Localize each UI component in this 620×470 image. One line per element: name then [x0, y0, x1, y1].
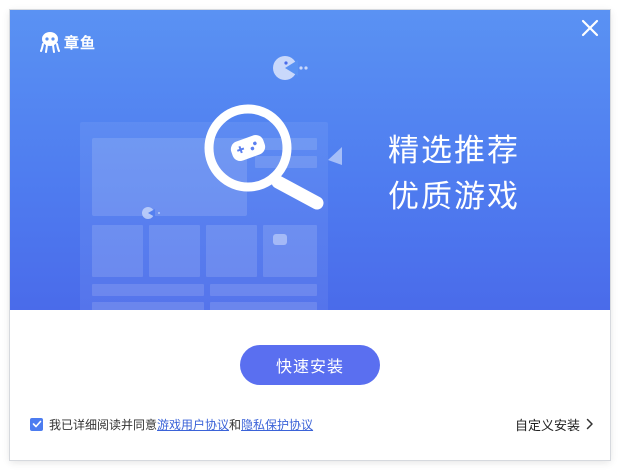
privacy-policy-link[interactable]: 隐私保护协议 — [241, 416, 313, 433]
agreement-prefix: 我已详细阅读并同意 — [49, 417, 158, 432]
agreement-connector: 和 — [229, 417, 242, 432]
banner-illustration — [80, 56, 342, 310]
installer-window: 章鱼 精选推荐 优质游戏 快速安装 我已详细阅读并同意 游戏用户协议 和 隐私保… — [10, 10, 610, 460]
logo-text: 章鱼 — [64, 33, 97, 52]
octopus-logo-icon — [40, 32, 60, 53]
custom-install-button[interactable]: 自定义安装 — [515, 414, 594, 434]
agreement-row: 我已详细阅读并同意 游戏用户协议 和 隐私保护协议 — [30, 414, 313, 434]
chevron-right-icon — [586, 418, 593, 430]
app-logo: 章鱼 — [40, 30, 96, 54]
pacman-icon — [273, 56, 308, 80]
headline-line-1: 精选推荐 — [388, 133, 520, 169]
headline-line-2: 优质游戏 — [388, 179, 520, 215]
quick-install-button[interactable]: 快速安装 — [240, 345, 380, 385]
banner-headline: 精选推荐 优质游戏 — [388, 128, 520, 220]
checkbox-checked-icon — [32, 420, 41, 428]
user-agreement-link[interactable]: 游戏用户协议 — [157, 416, 229, 433]
banner: 章鱼 精选推荐 优质游戏 — [10, 10, 610, 310]
agreement-checkbox[interactable] — [30, 417, 43, 431]
close-icon — [581, 19, 599, 37]
close-button[interactable] — [578, 16, 602, 40]
custom-install-label: 自定义安装 — [514, 418, 580, 434]
